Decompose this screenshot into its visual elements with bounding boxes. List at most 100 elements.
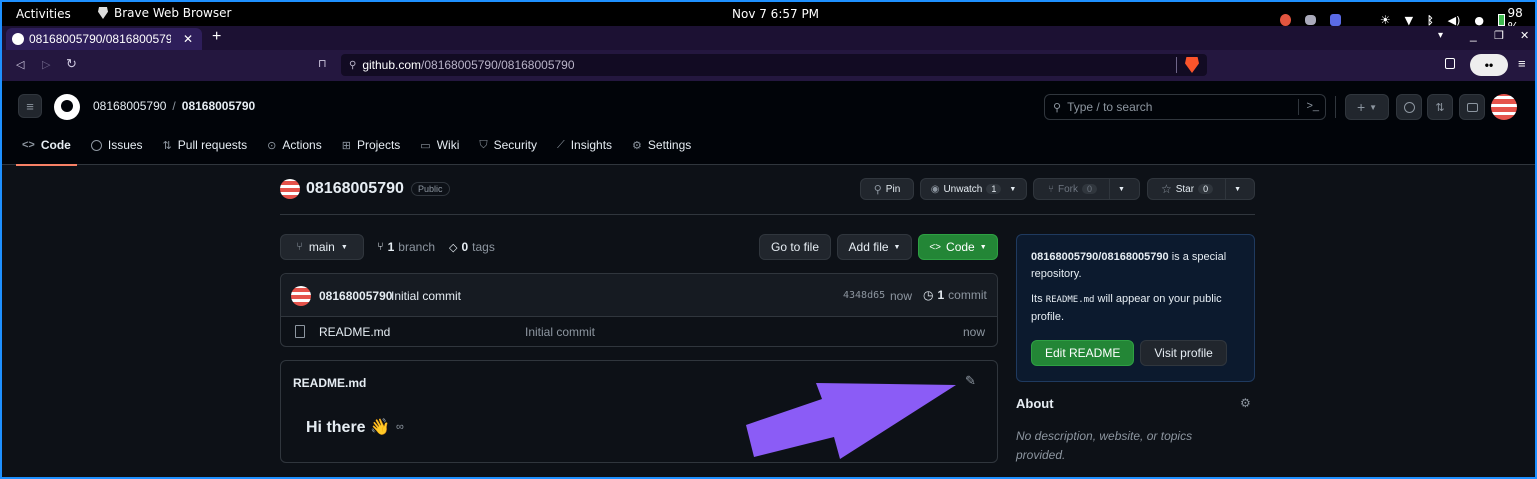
file-commit-message[interactable]: Initial commit [525,325,595,339]
branch-icon: ⑂ [377,241,384,253]
about-description: No description, website, or topics provi… [1016,429,1193,462]
commit-hash[interactable]: 4348d65 [843,290,885,301]
plus-icon: + [1356,99,1366,115]
close-window-icon[interactable]: ✕ [1520,29,1529,42]
bluetooth-icon[interactable]: ᛒ [1427,14,1434,27]
breadcrumb-repo-link[interactable]: 08168005790 [182,99,255,113]
tags-label: tags [472,240,495,254]
special-repo-text: 08168005790/08168005790 is a special rep… [1031,249,1240,283]
tab-pull-requests[interactable]: ⇅ Pull requests [163,138,248,152]
slack-tray-icon[interactable] [1329,14,1341,26]
create-new-button[interactable]: + ▼ [1345,94,1389,120]
private-profile-icon[interactable]: •• [1470,54,1508,76]
branches-link[interactable]: ⑂ 1 branch [377,240,435,254]
pull-requests-button[interactable]: ⇅ [1427,94,1453,120]
go-to-file-button[interactable]: Go to file [759,234,831,260]
tab-actions[interactable]: ⊙ Actions [267,138,322,152]
chevron-down-icon: ▼ [1234,185,1242,193]
tab-label: Actions [282,138,322,152]
branch-selector[interactable]: ⑂ main ▼ [280,234,364,260]
browser-tab[interactable]: 08168005790/08168005790 ✕ [6,28,202,50]
gear-icon: ⚙ [632,139,642,152]
sidebar-toggle-icon[interactable] [1445,58,1455,69]
github-logo-icon[interactable] [54,94,80,120]
brightness-icon[interactable]: ☀ [1380,13,1391,27]
github-favicon-icon [12,33,24,45]
code-dropdown-button[interactable]: <> Code ▼ [918,234,998,260]
readme-title: README.md [293,376,367,390]
commit-author-avatar[interactable] [291,286,311,306]
branches-count: 1 [387,240,395,254]
fork-button[interactable]: ⑂ Fork 0 ▼ [1033,178,1140,200]
branch-icon: ⑂ [296,241,303,253]
pin-button[interactable]: ⚲ Pin [860,178,914,200]
microphone-icon[interactable]: ● [1474,14,1484,27]
tab-list-icon[interactable]: ▾ [1438,30,1443,41]
hamburger-menu-button[interactable]: ≡ [18,94,42,118]
tags-link[interactable]: ◇ 0 tags [449,240,495,254]
hamburger-icon: ≡ [26,98,34,114]
volume-icon[interactable]: ◀) [1448,14,1461,27]
tab-insights[interactable]: ⟋ Insights [557,138,612,152]
search-icon: ⚲ [1053,101,1062,114]
link-icon[interactable]: ∞ [396,421,404,433]
address-bar[interactable]: ⚲ github.com/08168005790/08168005790 [341,54,1207,76]
commit-message[interactable]: Initial commit [391,289,461,303]
tab-security[interactable]: ⛉ Security [479,138,537,152]
issues-button[interactable] [1396,94,1422,120]
minimize-icon[interactable]: _ [1470,28,1477,42]
chrome-tray-icon[interactable] [1280,14,1291,26]
fork-count: 0 [1082,184,1098,194]
close-tab-icon[interactable]: ✕ [183,32,193,46]
command-palette-icon[interactable]: >_ [1306,100,1319,112]
fork-icon: ⑂ [1048,183,1055,195]
active-app-indicator[interactable]: Brave Web Browser [98,6,231,20]
commits-link[interactable]: ◷ 1 commit [923,288,987,302]
wifi-icon[interactable]: ▼ [1405,14,1413,27]
edit-readme-button[interactable]: Edit README [1031,340,1135,366]
star-label: Star [1175,183,1195,195]
reload-icon[interactable]: ↻ [66,56,77,72]
back-icon[interactable]: ◁ [16,58,24,71]
add-file-button[interactable]: Add file ▼ [837,234,912,260]
battery-icon [1498,14,1506,26]
user-avatar[interactable] [1491,94,1517,120]
maximize-icon[interactable]: ❐ [1494,29,1504,42]
url-path: /08168005790/08168005790 [421,58,575,72]
activities-button[interactable]: Activities [16,7,71,21]
tab-projects[interactable]: ⊞ Projects [342,138,401,152]
chevron-down-icon: ▼ [1369,102,1378,112]
file-commit-time: now [963,325,986,339]
forward-icon[interactable]: ▷ [42,58,50,71]
bookmark-icon[interactable]: ⊓ [318,57,327,70]
unwatch-button[interactable]: ◉ Unwatch 1 ▼ [920,178,1027,200]
os-top-bar: Activities Brave Web Browser Nov 7 6:57 … [2,2,1535,34]
tab-issues[interactable]: Issues [90,138,143,152]
inbox-button[interactable] [1459,94,1485,120]
about-settings-gear-icon[interactable]: ⚙ [1240,396,1251,410]
tab-label: Code [40,138,71,152]
brave-shields-icon[interactable] [1185,57,1199,73]
site-info-icon[interactable]: ⚲ [349,60,356,71]
notice-actions: Edit README Visit profile [1031,340,1240,366]
tab-settings[interactable]: ⚙ Settings [632,138,691,152]
tab-wiki[interactable]: ▭ Wiki [420,138,459,152]
special-repo-notice: 08168005790/08168005790 is a special rep… [1016,234,1255,382]
commit-author[interactable]: 08168005790 [319,289,392,303]
new-tab-button[interactable]: + [212,28,221,46]
search-input[interactable]: ⚲ Type / to search >_ [1044,94,1326,120]
file-icon [295,325,305,338]
edit-pencil-icon[interactable]: ✎ [965,373,976,389]
tab-title: 08168005790/08168005790 [29,32,171,46]
discord-tray-icon[interactable] [1304,15,1316,25]
visit-profile-button[interactable]: Visit profile [1140,340,1227,366]
tab-code[interactable]: <> Code [16,138,77,166]
file-name-link[interactable]: README.md [319,325,390,339]
clock[interactable]: Nov 7 6:57 PM [732,7,819,21]
star-button[interactable]: ☆ Star 0 ▼ [1147,178,1255,200]
repo-name[interactable]: 08168005790 [306,180,404,198]
commit-label: commit [948,288,987,302]
menu-icon[interactable]: ≡ [1518,56,1526,71]
add-file-label: Add file [848,240,889,254]
breadcrumb-owner-link[interactable]: 08168005790 [93,99,166,113]
